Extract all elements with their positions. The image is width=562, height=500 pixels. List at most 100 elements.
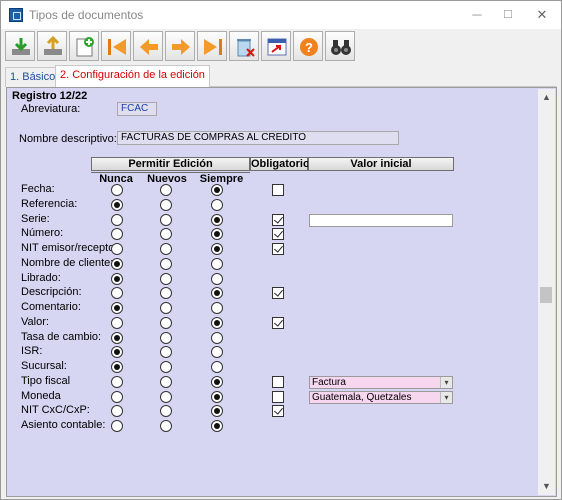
- title-bar: Tipos de documentos ─ ☐ ✕: [1, 1, 561, 29]
- help-button[interactable]: ?: [293, 31, 323, 61]
- radio-siempre[interactable]: [211, 257, 223, 270]
- chevron-down-icon[interactable]: ▾: [440, 376, 452, 388]
- obligatorio-checkbox[interactable]: [272, 243, 284, 255]
- radio-nuevos[interactable]: [160, 316, 172, 329]
- obligatorio-checkbox[interactable]: [272, 228, 284, 241]
- radio-nuevos[interactable]: [160, 420, 172, 432]
- new-button[interactable]: [69, 31, 99, 61]
- radio-nunca[interactable]: [111, 375, 123, 388]
- radio-nunca[interactable]: [111, 257, 123, 270]
- valor-inicial-input[interactable]: [309, 213, 453, 227]
- radio-siempre[interactable]: [211, 184, 223, 196]
- obligatorio-checkbox[interactable]: [272, 287, 284, 300]
- radio-nuevos[interactable]: [160, 228, 172, 241]
- radio-nunca[interactable]: [111, 228, 123, 241]
- radio-nuevos[interactable]: [160, 302, 172, 314]
- close-button[interactable]: ✕: [527, 5, 557, 25]
- radio-siempre[interactable]: [211, 331, 223, 344]
- row-label: Asiento contable:: [21, 419, 106, 431]
- find-button[interactable]: [325, 31, 355, 61]
- radio-siempre[interactable]: [211, 302, 223, 314]
- radio-nunca[interactable]: [111, 198, 123, 211]
- first-icon: [108, 39, 126, 55]
- radio-nuevos[interactable]: [160, 405, 172, 418]
- radio-siempre[interactable]: [211, 243, 223, 255]
- radio-nunca[interactable]: [111, 272, 123, 285]
- col-nunca: Nunca: [91, 172, 141, 185]
- radio-siempre[interactable]: [211, 198, 223, 211]
- obligatorio-checkbox[interactable]: [272, 316, 284, 329]
- radio-siempre[interactable]: [211, 390, 223, 403]
- radio-nuevos[interactable]: [160, 198, 172, 211]
- obligatorio-checkbox[interactable]: [272, 213, 284, 226]
- radio-siempre[interactable]: [211, 287, 223, 300]
- radio-nunca[interactable]: [111, 243, 123, 255]
- obligatorio-checkbox[interactable]: [272, 405, 284, 418]
- row-label: Referencia:: [21, 197, 78, 210]
- radio-siempre[interactable]: [211, 405, 223, 418]
- combo-value: Guatemala, Quetzales: [312, 391, 412, 403]
- tab-configuracion[interactable]: 2. Configuración de la edición: [55, 65, 210, 88]
- chevron-down-icon[interactable]: ▾: [440, 391, 452, 403]
- first-record-button[interactable]: [101, 31, 131, 61]
- radio-siempre[interactable]: [211, 375, 223, 388]
- window-title: Tipos de documentos: [29, 8, 144, 22]
- minimize-button[interactable]: ─: [462, 5, 492, 25]
- vertical-scrollbar[interactable]: ▲ ▼: [538, 89, 555, 495]
- radio-nunca[interactable]: [111, 346, 123, 359]
- radio-nuevos[interactable]: [160, 213, 172, 226]
- radio-nuevos[interactable]: [160, 361, 172, 373]
- scroll-up-icon[interactable]: ▲: [538, 89, 555, 106]
- import-button[interactable]: [5, 31, 35, 61]
- radio-nunca[interactable]: [111, 331, 123, 344]
- radio-nuevos[interactable]: [160, 257, 172, 270]
- obligatorio-checkbox[interactable]: [272, 184, 284, 196]
- next-record-button[interactable]: [165, 31, 195, 61]
- abreviatura-field[interactable]: FCAC: [117, 102, 157, 116]
- export-button[interactable]: [37, 31, 67, 61]
- svg-text:?: ?: [305, 40, 313, 55]
- radio-nuevos[interactable]: [160, 287, 172, 300]
- radio-nunca[interactable]: [111, 287, 123, 300]
- radio-nunca[interactable]: [111, 302, 123, 314]
- radio-nunca[interactable]: [111, 213, 123, 226]
- row-label: Librado:: [21, 271, 61, 284]
- radio-siempre[interactable]: [211, 272, 223, 285]
- radio-nunca[interactable]: [111, 405, 123, 418]
- scroll-down-icon[interactable]: ▼: [538, 478, 555, 495]
- radio-nunca[interactable]: [111, 420, 123, 432]
- header-obligatorio: Obligatorio: [250, 157, 310, 171]
- radio-siempre[interactable]: [211, 361, 223, 373]
- valor-inicial-combo[interactable]: Factura ▾: [309, 375, 453, 389]
- delete-button[interactable]: [229, 31, 259, 61]
- last-record-button[interactable]: [197, 31, 227, 61]
- radio-nuevos[interactable]: [160, 184, 172, 196]
- radio-nunca[interactable]: [111, 361, 123, 373]
- row-label: Moneda: [21, 389, 61, 402]
- radio-nuevos[interactable]: [160, 272, 172, 285]
- row-label: Fecha:: [21, 183, 55, 195]
- scroll-thumb[interactable]: [540, 287, 552, 303]
- obligatorio-checkbox[interactable]: [272, 390, 284, 403]
- radio-nuevos[interactable]: [160, 390, 172, 403]
- row-label: Tasa de cambio:: [21, 330, 102, 343]
- nombre-field[interactable]: FACTURAS DE COMPRAS AL CREDITO: [117, 131, 399, 145]
- previous-record-button[interactable]: [133, 31, 163, 61]
- report-button[interactable]: [261, 31, 291, 61]
- radio-siempre[interactable]: [211, 420, 223, 432]
- maximize-button[interactable]: ☐: [493, 5, 523, 25]
- help-icon: ?: [300, 38, 318, 56]
- radio-nunca[interactable]: [111, 390, 123, 403]
- radio-nuevos[interactable]: [160, 331, 172, 344]
- radio-siempre[interactable]: [211, 213, 223, 226]
- radio-nuevos[interactable]: [160, 346, 172, 359]
- valor-inicial-combo[interactable]: Guatemala, Quetzales ▾: [309, 390, 453, 404]
- radio-nuevos[interactable]: [160, 375, 172, 388]
- radio-siempre[interactable]: [211, 228, 223, 241]
- obligatorio-checkbox[interactable]: [272, 375, 284, 388]
- radio-nunca[interactable]: [111, 316, 123, 329]
- radio-nuevos[interactable]: [160, 243, 172, 255]
- radio-siempre[interactable]: [211, 346, 223, 359]
- radio-nunca[interactable]: [111, 184, 123, 196]
- radio-siempre[interactable]: [211, 316, 223, 329]
